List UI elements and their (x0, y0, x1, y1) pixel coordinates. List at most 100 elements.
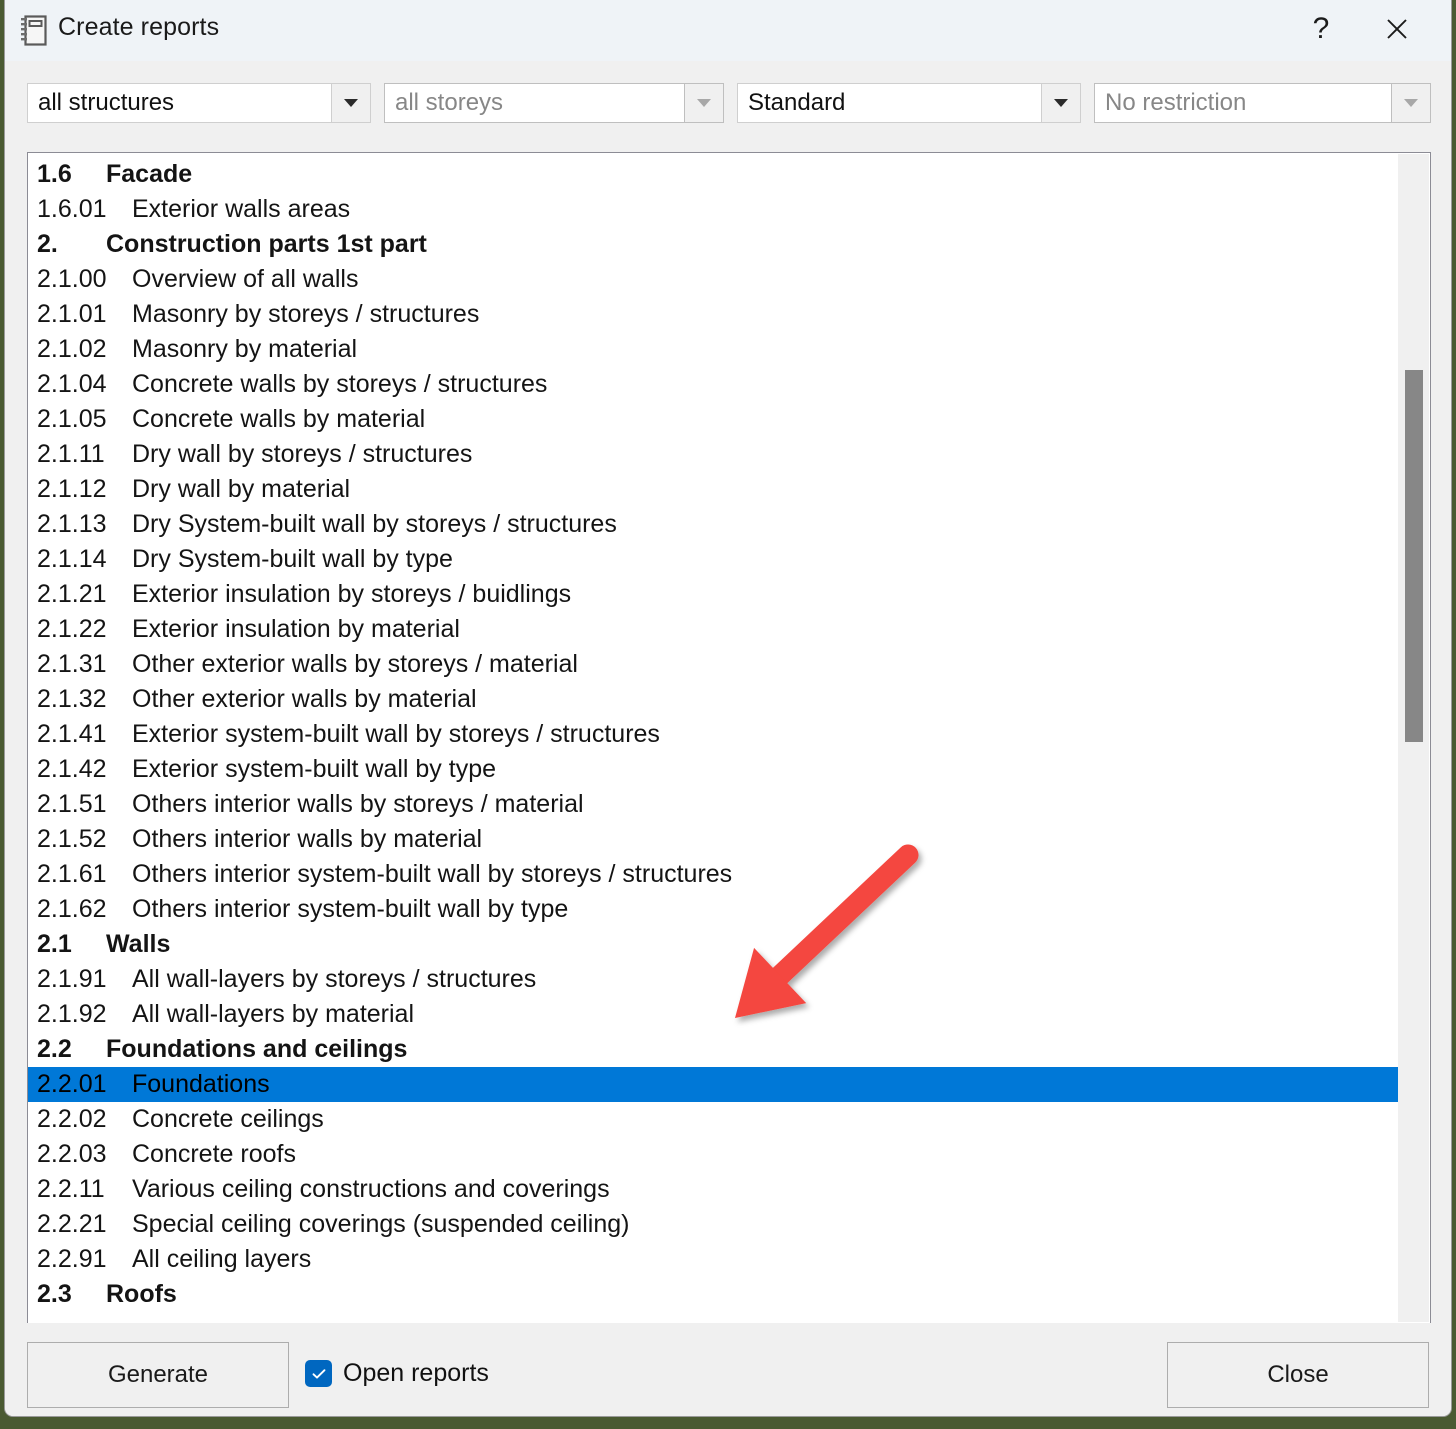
scrollbar-thumb[interactable] (1405, 370, 1423, 742)
list-item-label: Dry System-built wall by type (132, 545, 453, 573)
open-reports-checkbox-group[interactable]: Open reports (305, 1359, 489, 1388)
list-item[interactable]: 2.2.01 Foundations (28, 1067, 1398, 1102)
list-group-header[interactable]: 2.2 Foundations and ceilings (28, 1032, 1398, 1067)
list-item[interactable]: 2.1.12 Dry wall by material (28, 472, 1398, 507)
list-item[interactable]: 2.1.31 Other exterior walls by storeys / … (28, 647, 1398, 682)
restriction-dropdown[interactable]: No restriction (1094, 83, 1431, 123)
list-item[interactable]: 2.1.51 Others interior walls by storeys /… (28, 787, 1398, 822)
list-item[interactable]: 2.1.52 Others interior walls by material (28, 822, 1398, 857)
list-item-label: Facade (106, 160, 193, 188)
list-item[interactable]: 2.1.05 Concrete walls by material (28, 402, 1398, 437)
list-item-label: Other exterior walls by storeys / materi… (132, 650, 578, 678)
list-item-number: 2.1.51 (37, 790, 107, 818)
list-group-header[interactable]: 1.6 Facade (28, 157, 1398, 192)
open-reports-checkbox[interactable] (305, 1360, 332, 1387)
list-item[interactable]: 2.1.22 Exterior insulation by material (28, 612, 1398, 647)
list-item[interactable]: 2.1.42 Exterior system-built wall by type (28, 752, 1398, 787)
structures-dropdown-value: all structures (27, 83, 331, 123)
list-item-number: 2.1.21 (37, 580, 107, 608)
structures-dropdown[interactable]: all structures (27, 83, 371, 123)
list-item[interactable]: 2.1.14 Dry System-built wall by type (28, 542, 1398, 577)
list-group-header[interactable]: 2.3 Roofs (28, 1277, 1398, 1312)
list-item-number: 2.2.03 (37, 1140, 107, 1168)
report-notebook-icon (19, 14, 49, 47)
list-item-label: Others interior walls by material (132, 825, 483, 853)
list-item[interactable]: 2.1.11 Dry wall by storeys / structures (28, 437, 1398, 472)
list-item-label: Construction parts 1st part (106, 230, 427, 258)
list-item-label: All wall-layers by storeys / structures (132, 965, 537, 993)
list-item-number: 1.6.01 (37, 195, 107, 223)
storeys-dropdown[interactable]: all storeys (384, 83, 724, 123)
list-item-number: 2.1.12 (37, 475, 107, 503)
list-scrollbar[interactable] (1398, 154, 1429, 1322)
list-item[interactable]: 2.2.21 Special ceiling coverings (suspend… (28, 1207, 1398, 1242)
list-item-label: Concrete walls by storeys / structures (132, 370, 548, 398)
list-group-header[interactable]: 2. Construction parts 1st part (28, 227, 1398, 262)
list-item-number: 2.1.01 (37, 300, 107, 328)
list-item-number: 2.2.91 (37, 1245, 107, 1273)
list-item-label: Dry System-built wall by storeys / struc… (132, 510, 617, 538)
list-item-label: Roofs (106, 1280, 177, 1308)
generate-button[interactable]: Generate (27, 1342, 289, 1408)
list-item-number: 2.2.21 (37, 1210, 107, 1238)
list-item-label: Other exterior walls by material (132, 685, 477, 713)
template-dropdown-arrow[interactable] (1041, 83, 1081, 123)
chevron-down-icon (1054, 99, 1068, 107)
list-item[interactable]: 2.1.61 Others interior system-built wall … (28, 857, 1398, 892)
list-item-label: Overview of all walls (132, 265, 359, 293)
list-item[interactable]: 2.2.11 Various ceiling constructions and … (28, 1172, 1398, 1207)
list-item-label: Exterior insulation by storeys / buidlin… (132, 580, 572, 608)
list-item[interactable]: 1.6.01 Exterior walls areas (28, 192, 1398, 227)
chevron-down-icon (697, 99, 711, 107)
list-item-number: 2.2.02 (37, 1105, 107, 1133)
list-item-label: Others interior system-built wall by typ… (132, 895, 569, 923)
restriction-dropdown-arrow[interactable] (1391, 83, 1431, 123)
list-item[interactable]: 2.1.00 Overview of all walls (28, 262, 1398, 297)
storeys-dropdown-value: all storeys (384, 83, 684, 123)
list-item[interactable]: 2.1.91 All wall-layers by storeys / struc… (28, 962, 1398, 997)
list-item[interactable]: 2.1.02 Masonry by material (28, 332, 1398, 367)
list-item[interactable]: 2.1.92 All wall-layers by material (28, 997, 1398, 1032)
list-item-label: Others interior system-built wall by sto… (132, 860, 733, 888)
list-item[interactable]: 2.1.21 Exterior insulation by storeys / b… (28, 577, 1398, 612)
list-item-number: 2.1 (37, 930, 72, 958)
list-item[interactable]: 2.2.03 Concrete roofs (28, 1137, 1398, 1172)
list-item-label: Foundations and ceilings (106, 1035, 408, 1063)
list-item[interactable]: 2.1.01 Masonry by storeys / structures (28, 297, 1398, 332)
list-item-number: 2.1.62 (37, 895, 107, 923)
report-list[interactable]: 1.6 Facade 1.6.01 Exterior walls areas 2. Con… (27, 152, 1431, 1324)
list-item-label: Foundations (132, 1070, 270, 1098)
list-item[interactable]: 2.2.02 Concrete ceilings (28, 1102, 1398, 1137)
structures-dropdown-arrow[interactable] (331, 83, 371, 123)
list-item-number: 2.1.13 (37, 510, 107, 538)
list-item[interactable]: 2.1.04 Concrete walls by storeys / struct… (28, 367, 1398, 402)
close-button[interactable]: Close (1167, 1342, 1429, 1408)
list-item-label: Exterior insulation by material (132, 615, 460, 643)
template-dropdown[interactable]: Standard (737, 83, 1081, 123)
list-item-label: Special ceiling coverings (suspended cei… (132, 1210, 630, 1238)
list-item[interactable]: 2.1.13 Dry System-built wall by storeys /… (28, 507, 1398, 542)
dialog-footer: Generate Open reports Close (5, 1323, 1451, 1416)
list-item[interactable]: 2.2.91 All ceiling layers (28, 1242, 1398, 1277)
storeys-dropdown-arrow[interactable] (684, 83, 724, 123)
list-item-label: Exterior system-built wall by storeys / … (132, 720, 660, 748)
list-item-label: Exterior walls areas (132, 195, 351, 223)
list-item-label: Masonry by material (132, 335, 358, 363)
list-item-label: Walls (106, 930, 171, 958)
list-item-number: 2.1.31 (37, 650, 107, 678)
help-button[interactable]: ? (1289, 0, 1353, 58)
list-item-number: 2.1.05 (37, 405, 107, 433)
list-item-label: Others interior walls by storeys / mater… (132, 790, 584, 818)
list-item-number: 2.3 (37, 1280, 72, 1308)
close-window-button[interactable] (1365, 0, 1429, 58)
list-item-number: 2.1.22 (37, 615, 107, 643)
list-item-number: 2.1.04 (37, 370, 107, 398)
window-title: Create reports (58, 13, 220, 41)
list-group-header[interactable]: 2.1 Walls (28, 927, 1398, 962)
list-item[interactable]: 2.1.32 Other exterior walls by material (28, 682, 1398, 717)
list-item[interactable]: 2.1.62 Others interior system-built wall … (28, 892, 1398, 927)
list-item[interactable]: 2.1.41 Exterior system-built wall by stor… (28, 717, 1398, 752)
report-list-items: 1.6 Facade 1.6.01 Exterior walls areas 2. Con… (28, 157, 1398, 1312)
close-icon (1382, 14, 1412, 44)
list-item-number: 2.2.01 (37, 1070, 107, 1098)
